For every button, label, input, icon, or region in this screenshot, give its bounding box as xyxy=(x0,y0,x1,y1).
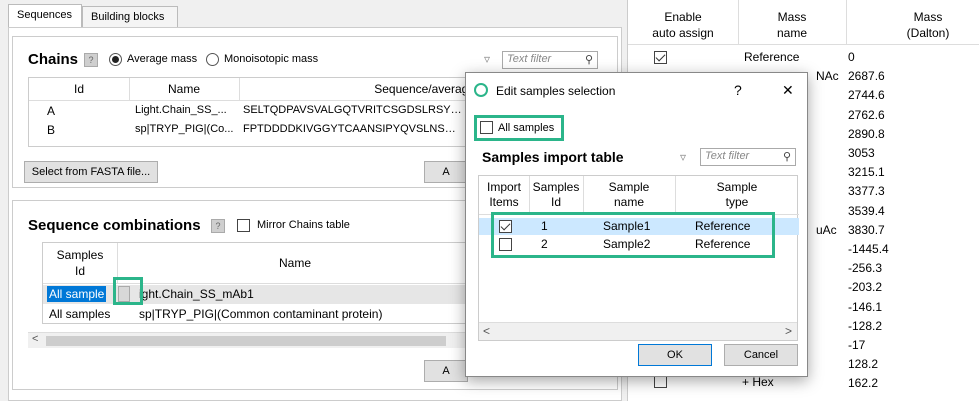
mass-value[interactable]: 2687.6 xyxy=(848,69,885,83)
mass-value[interactable]: -128.2 xyxy=(848,319,882,333)
mirror-chains-checkbox[interactable] xyxy=(237,219,250,232)
app-icon xyxy=(474,83,488,97)
edit-samples-dialog: Edit samples selection ? ✕ All samples S… xyxy=(465,72,808,377)
chains-filter-input[interactable]: Text filter ⚲ xyxy=(502,51,598,69)
mass-value[interactable]: 3053 xyxy=(848,146,875,160)
tab-building-blocks[interactable]: Building blocks xyxy=(82,6,178,28)
mass-name-partial-2[interactable]: uAc xyxy=(816,223,837,237)
monoisotopic-mass-label: Monoisotopic mass xyxy=(224,53,319,65)
average-mass-radio[interactable] xyxy=(109,53,122,66)
selected-row-bg xyxy=(43,285,473,304)
scroll-left-icon[interactable]: < xyxy=(32,333,38,345)
col-mass-name[interactable]: Mass name xyxy=(738,9,846,41)
chains-filter-placeholder: Text filter xyxy=(507,53,552,65)
chain-a-seq[interactable]: SELTQDPAVSVALGQTVRITCSGDSLRSY… xyxy=(243,104,479,116)
mass-name-last[interactable]: + Hex xyxy=(742,375,774,389)
col-sample-name[interactable]: Sample name xyxy=(583,180,675,210)
mass-value[interactable]: 3377.3 xyxy=(848,184,885,198)
mass-value[interactable]: -203.2 xyxy=(848,280,882,294)
chains-table: Id Name Sequence/average A Light.Chain_S… xyxy=(28,77,479,147)
all-samples-label: All samples xyxy=(498,122,555,134)
mass-name-0[interactable]: Reference xyxy=(744,50,799,64)
combo-row1-name[interactable]: ight.Chain_SS_mAb1 xyxy=(139,287,254,301)
help-icon[interactable]: ? xyxy=(84,53,98,67)
chain-b-seq[interactable]: FPTDDDDKIVGGYTCAANSIPYQVSLNS… xyxy=(243,123,479,135)
mass-value[interactable]: 128.2 xyxy=(848,357,878,371)
col-import-items[interactable]: Import Items xyxy=(479,180,529,210)
chain-a-name[interactable]: Light.Chain_SS_... xyxy=(135,104,239,116)
mass-value[interactable]: 2762.6 xyxy=(848,108,885,122)
mass-value[interactable]: -256.3 xyxy=(848,261,882,275)
dialog-hscrollbar[interactable]: < > xyxy=(479,322,797,340)
samples-import-title: Samples import table xyxy=(482,149,624,165)
dialog-filter-placeholder: Text filter xyxy=(705,150,750,162)
mass-value[interactable]: -1445.4 xyxy=(848,242,889,256)
filter-icon: ▿ xyxy=(484,52,491,66)
mass-value[interactable]: 0 xyxy=(848,50,855,64)
col-samples-id[interactable]: Samples Id xyxy=(43,247,117,279)
cancel-button[interactable]: Cancel xyxy=(724,344,798,366)
select-fasta-button[interactable]: Select from FASTA file... xyxy=(24,161,158,183)
help-button[interactable]: ? xyxy=(734,82,742,98)
mass-value[interactable]: 2744.6 xyxy=(848,88,885,102)
chain-b-id[interactable]: B xyxy=(47,123,55,137)
help-icon-2[interactable]: ? xyxy=(211,219,225,233)
all-samples-checkbox[interactable] xyxy=(480,121,493,134)
ok-button[interactable]: OK xyxy=(638,344,712,366)
mass-value[interactable]: 162.2 xyxy=(848,376,878,390)
dialog-filter-input[interactable]: Text filter ⚲ xyxy=(700,148,796,166)
combinations-title: Sequence combinations xyxy=(28,217,201,234)
close-icon[interactable]: ✕ xyxy=(782,82,794,99)
dialog-title: Edit samples selection xyxy=(496,84,616,98)
samples-import-table: Import Items Samples Id Sample name Samp… xyxy=(478,175,799,341)
chains-add-button[interactable]: A xyxy=(424,161,468,183)
col-combo-name[interactable]: Name xyxy=(117,256,473,270)
chain-b-name[interactable]: sp|TRYP_PIG|(Co... xyxy=(135,123,239,135)
filter-icon-dialog: ▿ xyxy=(680,150,687,164)
col-enable-auto-assign[interactable]: Enable auto assign xyxy=(628,9,738,41)
combo-row2-name[interactable]: sp|TRYP_PIG|(Common contaminant protein) xyxy=(139,307,382,321)
monoisotopic-mass-radio[interactable] xyxy=(206,53,219,66)
col-mass-dalton[interactable]: Mass (Dalton) xyxy=(846,9,979,41)
col-name[interactable]: Name xyxy=(129,82,239,96)
mirror-chains-label: Mirror Chains table xyxy=(257,219,350,231)
mass-value[interactable]: -146.1 xyxy=(848,300,882,314)
scroll-right-icon-dialog[interactable]: > xyxy=(785,324,792,338)
average-mass-label: Average mass xyxy=(127,53,198,65)
combo-row1-samples[interactable]: All sample xyxy=(47,286,107,302)
mass-value[interactable]: 2890.8 xyxy=(848,127,885,141)
mass-value[interactable]: 3215.1 xyxy=(848,165,885,179)
chain-a-id[interactable]: A xyxy=(47,104,55,118)
mass-name-partial-1[interactable]: NAc xyxy=(816,69,839,83)
search-icon-dialog: ⚲ xyxy=(782,151,791,163)
chains-title: Chains xyxy=(28,51,79,68)
highlight-sample-rows xyxy=(491,212,775,258)
combinations-scrollbar[interactable]: < xyxy=(28,332,468,348)
col-samples-id-dialog[interactable]: Samples Id xyxy=(529,180,583,210)
combinations-table: Samples Id Name All sample ight.Chain_SS… xyxy=(42,242,473,324)
enable-checkbox-0[interactable] xyxy=(654,51,667,64)
search-icon: ⚲ xyxy=(584,54,593,66)
mass-value[interactable]: 3539.4 xyxy=(848,204,885,218)
mass-value[interactable]: 3830.7 xyxy=(848,223,885,237)
tab-sequences[interactable]: Sequences xyxy=(8,4,82,28)
combinations-add-button[interactable]: A xyxy=(424,360,468,382)
scroll-left-icon-dialog[interactable]: < xyxy=(483,324,490,338)
col-id[interactable]: Id xyxy=(29,82,129,96)
scroll-thumb[interactable] xyxy=(46,336,446,346)
col-sequence[interactable]: Sequence/average xyxy=(239,82,479,96)
highlight-edit-button xyxy=(113,277,143,305)
mass-value[interactable]: -17 xyxy=(848,338,865,352)
col-sample-type[interactable]: Sample type xyxy=(675,180,799,210)
combo-row2-samples[interactable]: All samples xyxy=(49,307,110,321)
